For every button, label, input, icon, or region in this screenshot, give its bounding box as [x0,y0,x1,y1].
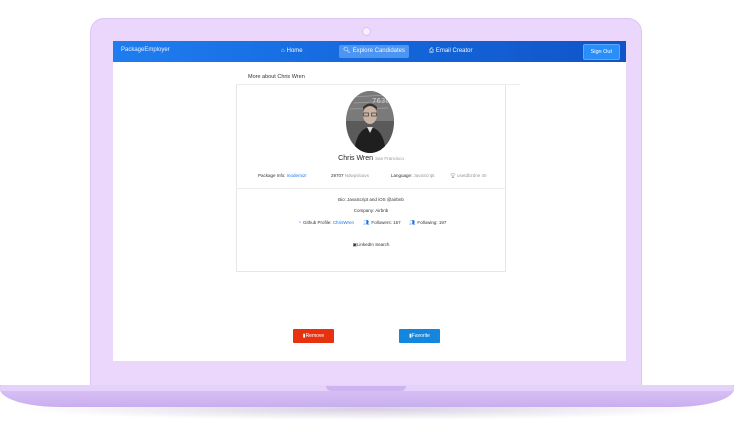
search-icon: 🔍︎ [343,48,351,54]
brand-link[interactable]: PackageEmployer [121,47,170,53]
followers-info: 👥︎ Followers: 167 [363,220,401,226]
home-icon: ⌂ [281,48,285,54]
remove-label: Remove [305,333,325,339]
downloads-value: 29707 [331,173,344,178]
linkedin-search-link[interactable]: ▣LinkedIn Search [236,242,506,248]
nav-explore-label: Explore Candidates [352,48,405,54]
language-info: Language: JavaScript [391,173,435,178]
language-label: Language: [391,173,413,178]
github-label: Github Profile: [303,220,332,225]
bio-text: Bio: JavaScript and iOS @airbnb [338,197,404,202]
nav-email-label: Email Creator [435,48,473,54]
remove-button[interactable]: ▮Remove [293,329,334,343]
users-icon: 👥︎ [409,220,416,226]
package-info-label: Package Info: [258,173,286,178]
panel-divider-extension [506,84,520,85]
nav-email-creator[interactable]: ⎙ Email Creator [425,45,477,58]
favorite-label: Favorite [411,333,430,339]
printer-icon: ⎙ [429,48,434,54]
laptop-camera [362,27,371,36]
app-screen: PackageEmployer ⌂ Home 🔍︎ Explore Candidat… [113,41,626,361]
favorite-button[interactable]: ▮Favorite [399,329,440,343]
followers-text: Followers: 167 [371,220,401,225]
candidate-name-line: Chris Wren San Francisco [236,155,506,162]
nav-home-label: Home [286,48,303,54]
candidate-name: Chris Wren [338,155,374,162]
downloads-info: 29707 Ndwpsloavs [331,173,369,178]
github-profile: ◔ Github Profile: ChrisWren [298,220,354,226]
github-icon: ◔ [298,220,302,226]
laptop-notch [326,386,406,391]
rank-info: 🏆︎ usetdbzdne 40 [450,173,487,179]
github-profile-link[interactable]: ChrisWren [333,220,354,225]
users-icon: 👥︎ [363,220,370,226]
candidate-location: San Francisco [375,156,404,161]
avatar: 7630 [346,91,394,153]
panel-title: More about Chris Wren [236,69,506,85]
following-text: Following: 197 [417,220,447,225]
sign-out-button[interactable]: Sign Out [582,44,620,60]
linkedin-search-label: LinkedIn Search [356,242,390,247]
navbar: PackageEmployer ⌂ Home 🔍︎ Explore Candidat… [113,41,626,62]
rank-label: usetdbzdne 40 [456,173,487,178]
nav-explore-candidates[interactable]: 🔍︎ Explore Candidates [339,45,409,58]
package-info-link[interactable]: modernizr [287,173,307,178]
following-info: 👥︎ Following: 197 [409,220,446,226]
company-text: Company: Airbnb [353,208,389,213]
trophy-icon: 🏆︎ [450,173,456,178]
package-info: Package Info: modernizr [258,173,307,178]
card-divider [236,188,506,189]
language-value: JavaScript [413,173,435,178]
nav-home[interactable]: ⌂ Home [277,45,307,58]
downloads-label: Ndwpsloavs [344,173,370,178]
